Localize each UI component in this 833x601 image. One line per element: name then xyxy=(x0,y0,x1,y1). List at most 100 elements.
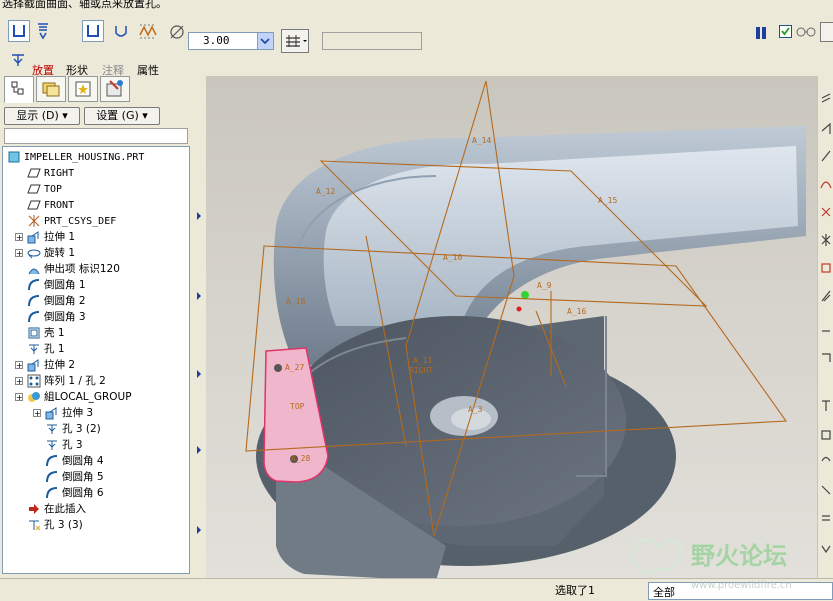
tab-favorites[interactable] xyxy=(68,76,98,102)
tree-column-header xyxy=(4,128,188,144)
expand-toggle[interactable]: + xyxy=(33,409,41,418)
csys-icon xyxy=(821,234,831,246)
tree-item[interactable]: 倒圆角 5 xyxy=(45,469,104,485)
tree-item-label: 孔 1 xyxy=(44,343,65,355)
datum-icon xyxy=(821,93,831,103)
expand-toggle[interactable]: + xyxy=(15,249,23,258)
tree-root[interactable]: IMPELLER_HOUSING.PRT xyxy=(7,149,144,165)
tree-item-label: RIGHT xyxy=(44,168,75,179)
sketch-icon xyxy=(821,290,831,302)
graphics-window[interactable]: A_14 A_12 A_15 A_10 A_18 A_9 A_16 A_11 R… xyxy=(206,76,817,578)
diameter-icon xyxy=(168,23,186,44)
datum-plane-icon xyxy=(27,182,41,196)
tree-item[interactable]: TOP xyxy=(27,181,62,197)
pattern-icon xyxy=(822,515,830,521)
model-tree: IMPELLER_HOUSING.PRT RIGHT TOP FRONT PRT_CS… xyxy=(2,146,190,574)
tree-item-label: 組LOCAL_GROUP xyxy=(44,391,132,403)
round-icon xyxy=(45,454,59,468)
hole-new-icon xyxy=(27,518,41,532)
extrude-icon xyxy=(45,406,59,420)
watermark-url: www.proewildfire.cn xyxy=(691,580,792,591)
check-icon xyxy=(781,27,790,36)
expand-toggle[interactable]: + xyxy=(15,393,23,402)
tree-item[interactable]: + 阵列 1 / 孔 2 xyxy=(15,373,106,389)
depth-option-button[interactable] xyxy=(281,29,309,53)
tree-item[interactable]: 倒圆角 6 xyxy=(45,485,104,501)
tree-item[interactable]: + 旋转 1 xyxy=(15,245,75,261)
tree-item[interactable]: 孔 1 xyxy=(27,341,65,357)
expand-toggle[interactable]: + xyxy=(15,377,23,386)
sketch-hole-button[interactable] xyxy=(137,20,159,42)
tree-item[interactable]: 倒圆角 1 xyxy=(27,277,86,293)
hole-icon xyxy=(45,422,59,436)
datum-label: A_27 xyxy=(285,363,304,372)
tree-item[interactable]: + 拉伸 2 xyxy=(15,357,75,373)
message-strip: 选择截面曲面、轴或点来放置孔。 xyxy=(0,0,833,10)
tree-item-label: FRONT xyxy=(44,200,75,211)
tree-item[interactable]: + 組LOCAL_GROUP xyxy=(15,389,132,405)
tree-item[interactable]: 在此插入 xyxy=(27,501,86,517)
tree-item-label: 在此插入 xyxy=(44,503,86,515)
preview-checkbox[interactable] xyxy=(779,25,792,38)
pause-icon[interactable] xyxy=(754,26,768,43)
tab-model-tree[interactable] xyxy=(4,76,34,103)
round-icon xyxy=(27,310,41,324)
glasses-icon[interactable] xyxy=(796,26,816,41)
tab-folder-browser[interactable] xyxy=(36,76,66,102)
ok-button-partial[interactable] xyxy=(820,22,833,42)
combo-dropdown-button[interactable] xyxy=(257,33,273,49)
simple-hole-button[interactable] xyxy=(82,20,104,42)
expand-toggle[interactable]: + xyxy=(15,361,23,370)
datum-label: TOP xyxy=(290,402,305,411)
profile-hole-icon xyxy=(115,26,127,37)
tab-connections[interactable] xyxy=(100,76,130,102)
model-view: A_14 A_12 A_15 A_10 A_18 A_9 A_16 A_11 R… xyxy=(245,80,807,578)
folder-icon xyxy=(42,82,60,97)
depth-blind-icon xyxy=(286,35,307,47)
straight-hole-icon xyxy=(13,25,25,37)
hole-icon xyxy=(45,438,59,452)
selection-point xyxy=(521,291,529,299)
curve-icon xyxy=(820,181,832,189)
panel-splitter[interactable] xyxy=(192,76,206,578)
settings-menu-button[interactable]: 设置 (G) ▾ xyxy=(84,107,160,125)
analysis-icon xyxy=(821,263,831,273)
datum-label: A_16 xyxy=(567,307,586,316)
prompt-message: 选择截面曲面、轴或点来放置孔。 xyxy=(2,0,167,10)
tree-item[interactable]: RIGHT xyxy=(27,165,74,181)
datum-label: A_9 xyxy=(537,281,552,290)
tree-item[interactable]: 壳 1 xyxy=(27,325,65,341)
tree-item[interactable]: 伸出项 标识120 xyxy=(27,261,120,277)
tree-item[interactable]: 孔 3 (3) xyxy=(27,517,83,533)
tree-item[interactable]: 孔 3 xyxy=(45,437,83,453)
tree-item[interactable]: 倒圆角 4 xyxy=(45,453,104,469)
tree-item-label: TOP xyxy=(44,184,63,195)
favorites-icon xyxy=(75,81,91,97)
tree-item-label: 倒圆角 5 xyxy=(62,471,104,483)
protrusion-icon xyxy=(27,262,41,276)
extrude-icon xyxy=(27,230,41,244)
hole-icon xyxy=(27,342,41,356)
datum-label: A_11 xyxy=(413,356,432,365)
tree-item[interactable]: FRONT xyxy=(27,197,74,213)
tree-item[interactable]: PRT_CSYS_DEF xyxy=(27,213,116,229)
tree-item[interactable]: 孔 3 (2) xyxy=(45,421,101,437)
tree-item[interactable]: + 拉伸 3 xyxy=(33,405,93,421)
standard-hole-button[interactable] xyxy=(32,20,54,42)
diameter-combo[interactable]: 3.00 xyxy=(188,32,274,50)
watermark-title: 野火论坛 xyxy=(691,542,787,570)
tree-item-label: 拉伸 1 xyxy=(44,231,76,243)
tree-item-label: 伸出项 标识120 xyxy=(44,263,120,275)
datum-label: A_10 xyxy=(443,253,462,262)
show-menu-button[interactable]: 显示 (D) ▾ xyxy=(4,107,80,125)
round-icon xyxy=(45,470,59,484)
tree-item[interactable]: + 拉伸 1 xyxy=(15,229,76,245)
depth-field[interactable] xyxy=(322,32,422,50)
straight-hole-button[interactable] xyxy=(8,20,30,42)
tree-root-label: IMPELLER_HOUSING.PRT xyxy=(24,152,145,163)
tree-item[interactable]: 倒圆角 3 xyxy=(27,309,86,325)
profile-hole-button[interactable] xyxy=(110,20,132,42)
tree-item[interactable]: 倒圆角 2 xyxy=(27,293,86,309)
tree-item-label: 倒圆角 4 xyxy=(62,455,104,467)
expand-toggle[interactable]: + xyxy=(15,233,23,242)
